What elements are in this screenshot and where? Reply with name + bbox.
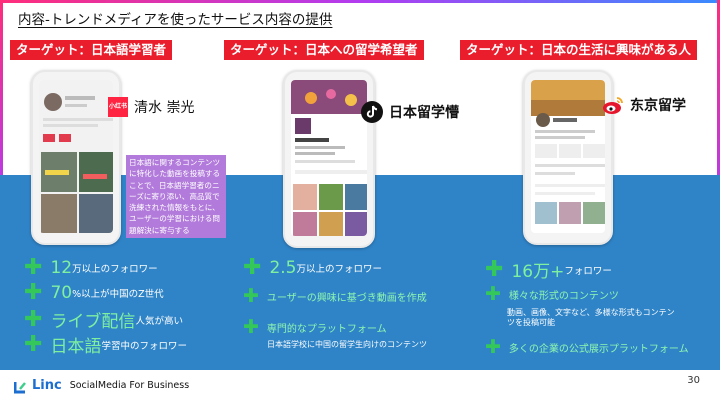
tiktok-profile-screenshot	[291, 80, 367, 236]
weibo-icon	[602, 95, 624, 115]
xiaohongshu-icon: 小红书	[108, 97, 128, 117]
feature-text: 多くの企業の公式展示プラットフォーム	[508, 344, 689, 355]
feature-live: ✚ ライブ配信 人気が高い	[24, 307, 183, 332]
feature-note: 動画、画像、文字など、多様な形式もコンテンツを投稿可能	[507, 308, 675, 327]
phone-mockup-tiktok	[283, 70, 375, 248]
feature-highlight: 12	[50, 258, 73, 278]
phone-screen	[39, 80, 113, 233]
xiaohongshu-profile-screenshot	[39, 80, 113, 233]
feature-japanese: ✚ 日本語 学習中のフォロワー	[24, 332, 187, 357]
linc-logo: Linc SocialMedia For Business	[13, 378, 190, 393]
phone-screen	[531, 80, 605, 233]
feature-highlight: 16万+	[511, 262, 565, 282]
feature-text: フォロワー	[564, 265, 612, 277]
feature-text: 人気が高い	[135, 315, 183, 327]
tiktok-icon	[361, 101, 383, 123]
phone-mockup-weibo	[523, 70, 613, 245]
linc-logo-icon	[13, 379, 28, 393]
plus-icon: ✚	[243, 285, 259, 307]
feature-various-formats: ✚ 様々な形式のコンテンツ	[485, 285, 619, 304]
feature-highlight: 2.5	[269, 258, 297, 278]
feature-gen-z: ✚ 70 %以上が中国のZ世代	[24, 282, 164, 304]
feature-followers: ✚ 2.5 万以上のフォロワー	[243, 257, 382, 279]
feature-note: 日本語学校に中国の留学生向けのコンテンツ	[267, 340, 427, 349]
feature-text: 様々な形式のコンテンツ	[508, 291, 619, 302]
feature-professional-platform: ✚ 専門的なプラットフォーム	[243, 318, 387, 337]
feature-text: 万以上のフォロワー	[296, 264, 382, 275]
plus-icon: ✚	[485, 283, 501, 305]
feature-followers: ✚ 12 万以上のフォロワー	[24, 257, 158, 279]
feature-highlight: 70	[50, 283, 73, 303]
account-name: 东京留学	[630, 98, 686, 114]
feature-text: 万以上のフォロワー	[72, 264, 158, 275]
feature-interest-videos: ✚ ユーザーの興味に基づき動画を作成	[243, 287, 427, 306]
phone-screen	[291, 80, 367, 236]
feature-text: 専門的なプラットフォーム	[266, 324, 387, 335]
target-tag-learners: ターゲット：日本語学習者	[10, 40, 173, 60]
slide-title: 内容-トレンドメディアを使ったサービス内容の提供	[18, 12, 333, 28]
page-number: 30	[687, 375, 700, 386]
account-name: 日本留学懵	[389, 105, 459, 121]
plus-icon: ✚	[24, 280, 43, 305]
logo-text: Linc	[32, 378, 62, 393]
plus-icon: ✚	[243, 255, 262, 280]
target-tag-life-interest: ターゲット：日本の生活に興味がある人	[460, 40, 698, 60]
description-box: 日本語に関するコンテンツに特化した動画を投稿することで、日本語学習者のニーズに寄…	[126, 155, 226, 238]
feature-highlight: ライブ配信	[50, 312, 136, 332]
plus-icon: ✚	[24, 306, 43, 332]
plus-icon: ✚	[485, 336, 501, 358]
feature-text: ユーザーの興味に基づき動画を作成	[266, 293, 427, 304]
feature-highlight: 日本語	[50, 337, 102, 357]
brand-weibo: 东京留学	[602, 95, 686, 115]
plus-icon: ✚	[485, 256, 504, 282]
feature-text: %以上が中国のZ世代	[72, 289, 164, 300]
top-gradient-border	[0, 0, 720, 3]
target-tag-study-abroad: ターゲット：日本への留学希望者	[224, 40, 424, 60]
feature-followers: ✚ 16万+ フォロワー	[485, 257, 612, 282]
account-name: 清水 崇光	[134, 100, 195, 116]
brand-tiktok: 日本留学懵	[361, 101, 459, 123]
plus-icon: ✚	[243, 316, 259, 338]
brand-xiaohongshu: 小红书 清水 崇光	[108, 97, 194, 117]
plus-icon: ✚	[24, 331, 43, 357]
logo-tagline: SocialMedia For Business	[69, 380, 190, 391]
weibo-profile-screenshot	[531, 80, 605, 233]
plus-icon: ✚	[24, 255, 43, 280]
feature-text: 学習中のフォロワー	[101, 340, 187, 352]
slide: 内容-トレンドメディアを使ったサービス内容の提供 ターゲット：日本語学習者 ター…	[0, 0, 720, 405]
feature-official-platform: ✚ 多くの企業の公式展示プラットフォーム	[485, 338, 689, 357]
